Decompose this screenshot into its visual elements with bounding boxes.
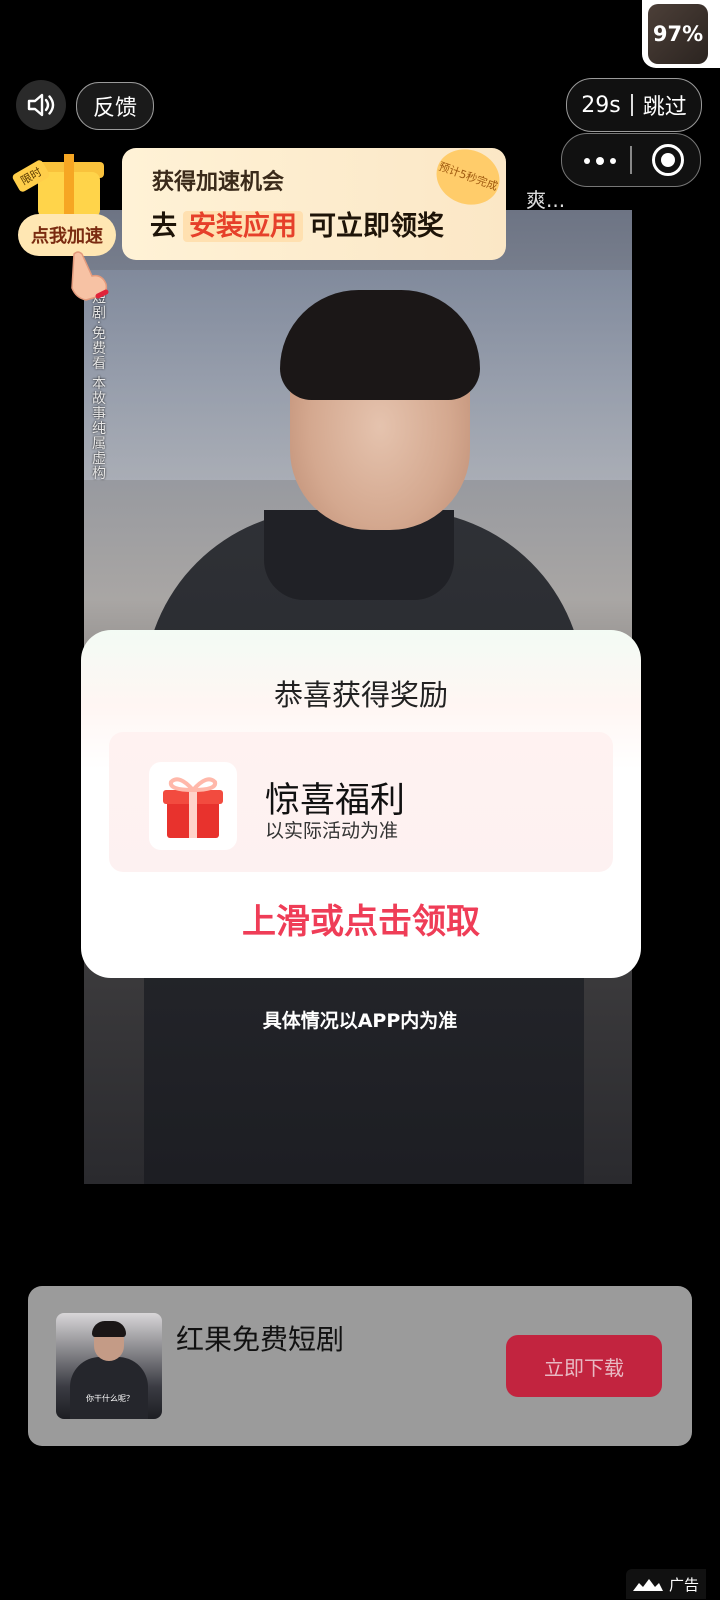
- battery-percent: 97%: [648, 4, 708, 64]
- claim-reward-button[interactable]: 上滑或点击领取: [81, 894, 641, 943]
- speed-up-banner[interactable]: 获得加速机会 去安装应用 可立即领奖 预计5秒完成: [122, 140, 508, 260]
- video-person-hair: [280, 290, 480, 400]
- ad-label: 广告: [668, 1575, 699, 1594]
- estimated-time-badge: 预计5秒完成: [428, 140, 508, 214]
- ad-logo-icon: [632, 1579, 663, 1591]
- thumbnail-caption: 你干什么呢？: [86, 1394, 134, 1403]
- feedback-button[interactable]: 反馈: [76, 82, 154, 130]
- modal-title: 恭喜获得奖励: [273, 678, 448, 712]
- speed-banner-line: 去安装应用 可立即领奖: [150, 204, 444, 243]
- capsule-divider: [630, 146, 632, 174]
- skip-divider: [630, 94, 633, 116]
- close-target-icon[interactable]: [652, 144, 684, 176]
- reward-subtitle: 以实际活动为准: [265, 820, 399, 842]
- skip-button[interactable]: 29s 跳过: [566, 78, 702, 132]
- skip-label: 跳过: [642, 95, 687, 120]
- video-side-text: 短剧·免费看 本故事纯属虚构: [90, 290, 106, 481]
- reward-modal[interactable]: 恭喜获得奖励 惊喜福利 以实际活动为准 上滑或点击领取: [81, 630, 641, 978]
- more-options-icon[interactable]: [584, 157, 624, 165]
- download-now-button[interactable]: 立即下载: [506, 1335, 662, 1397]
- speaker-icon: [27, 93, 55, 117]
- mini-program-capsule: [561, 133, 701, 187]
- battery-badge: 97%: [642, 0, 720, 68]
- speed-line-prefix: 去: [150, 211, 177, 242]
- install-app-highlight: 安装应用: [183, 211, 303, 242]
- app-notice-text: 具体情况以APP内为准: [262, 1010, 458, 1032]
- app-thumbnail: 你干什么呢？: [56, 1313, 162, 1419]
- red-gift-icon: [149, 762, 237, 850]
- ad-badge: 广告: [626, 1569, 706, 1599]
- app-download-card[interactable]: 你干什么呢？ 红果免费短剧 立即下载: [28, 1286, 692, 1446]
- pointing-hand-icon: [71, 251, 109, 301]
- speed-banner-title: 获得加速机会: [152, 170, 285, 195]
- skip-countdown: 29s: [581, 92, 621, 118]
- app-name: 红果免费短剧: [176, 1323, 345, 1356]
- sound-toggle-button[interactable]: [16, 80, 66, 130]
- reward-card[interactable]: 惊喜福利 以实际活动为准: [109, 732, 613, 872]
- video-top-caption: 爽...: [526, 188, 566, 212]
- speed-line-suffix: 可立即领奖: [309, 211, 444, 242]
